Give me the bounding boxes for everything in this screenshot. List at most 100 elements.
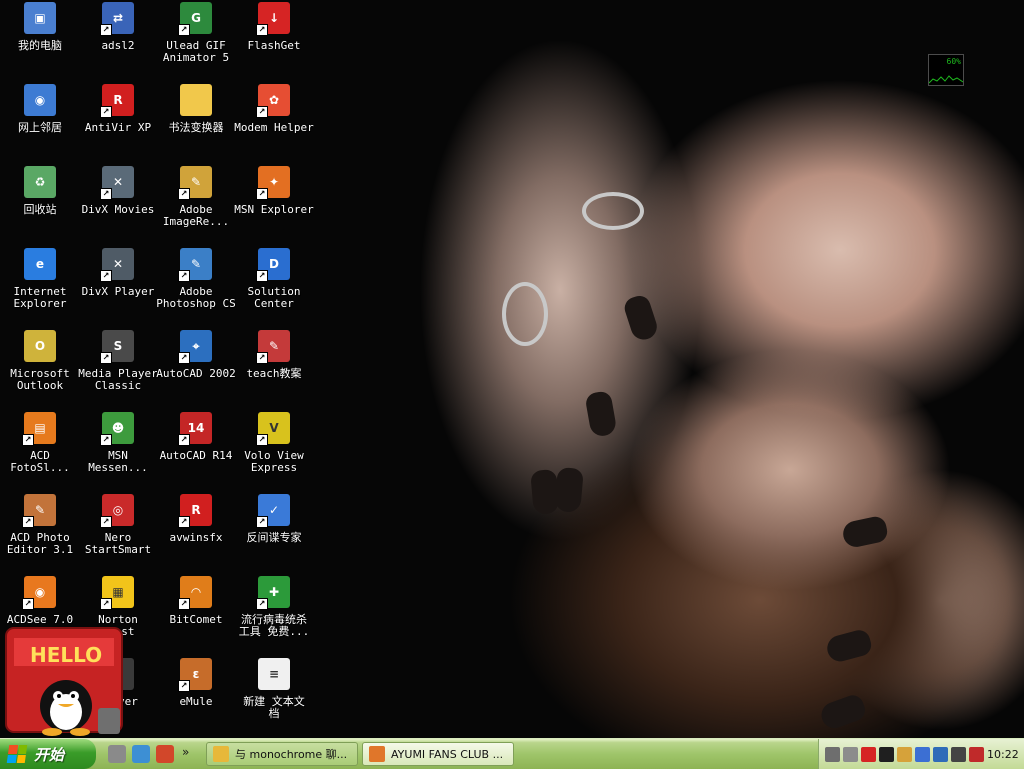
desktop-icon-teach-icon[interactable]: ✎ ↗ teach教案	[234, 328, 314, 408]
tray-clock[interactable]: 10:22	[987, 748, 1019, 761]
start-button[interactable]: 开始	[0, 739, 96, 769]
msn-explorer-icon: ✦ ↗	[256, 166, 290, 200]
desktop-icon-folder-icon[interactable]: 书法变换器	[156, 82, 236, 162]
desktop-icon-modem-helper-icon[interactable]: ✿ ↗ Modem Helper	[234, 82, 314, 162]
desktop-icon-ulead-gif-animator-icon[interactable]: G ↗ Ulead GIF Animator 5	[156, 0, 236, 80]
autocad-r14-icon: 14 ↗	[178, 412, 212, 446]
desktop-icon-glyph: ☻	[111, 421, 125, 435]
desktop-icon-internet-explorer-icon[interactable]: e Internet Explorer	[0, 246, 80, 326]
cpu-meter-graph	[929, 75, 963, 84]
shortcut-arrow-icon: ↗	[100, 352, 112, 364]
desktop-icon-anti-spy-expert-icon[interactable]: ✓ ↗ 反间谍专家	[234, 492, 314, 572]
system-tray: 10:22	[818, 739, 1024, 769]
desktop-icon-emule-icon[interactable]: ε ↗ eMule	[156, 656, 236, 736]
media-quicklaunch-icon[interactable]	[156, 745, 174, 763]
desktop-icon-acd-photo-editor-icon[interactable]: ✎ ↗ ACD Photo Editor 3.1	[0, 492, 80, 572]
network-tray-icon[interactable]	[915, 746, 930, 762]
desktop-icon-label: Internet Explorer	[13, 285, 67, 310]
shortcut-arrow-icon: ↗	[256, 434, 268, 446]
outlook-icon: O	[24, 330, 56, 362]
keyboard-tray-icon[interactable]	[825, 746, 840, 762]
shortcut-arrow-icon: ↗	[178, 24, 190, 36]
desktop-icon-label: ACD FotoSl...	[10, 449, 70, 474]
desktop-icon-my-computer-icon[interactable]: ▣ 我的电脑	[0, 0, 80, 80]
desktop-icon-label: BitComet	[169, 613, 223, 626]
desktop-icon-volo-view-icon[interactable]: V ↗ Volo View Express	[234, 410, 314, 490]
desktop-icon-nero-startsmart-icon[interactable]: ◎ ↗ Nero StartSmart	[78, 492, 158, 572]
desktop-icon-glyph: S	[113, 339, 123, 353]
desktop-icon-acd-fotoslate-icon[interactable]: ▤ ↗ ACD FotoSl...	[0, 410, 80, 490]
acd-fotoslate-icon: ▤ ↗	[22, 412, 56, 446]
expand-tray-icon[interactable]	[843, 746, 858, 762]
qq-hello-widget[interactable]: HELLO	[0, 616, 132, 738]
desktop-icon-label: 回收站	[23, 203, 57, 216]
qq-tray-icon[interactable]	[879, 746, 894, 762]
desktop-icon-dell-solution-center-icon[interactable]: D ↗ Solution Center	[234, 246, 314, 326]
dell-solution-center-icon: D ↗	[256, 248, 290, 282]
network-connection-icon: ⇄ ↗	[100, 2, 134, 36]
desktop-icon-divx-movies-icon[interactable]: ✕ ↗ DivX Movies	[78, 164, 158, 244]
desktop-icon-msn-explorer-icon[interactable]: ✦ ↗ MSN Explorer	[234, 164, 314, 244]
desktop-icon-glyph: ⌖	[192, 339, 200, 353]
anti-spy-expert-icon: ✓ ↗	[256, 494, 290, 528]
desktop-icon-glyph: D	[269, 257, 279, 271]
desktop-icon-label: 流行病毒统杀 工具 免费...	[238, 613, 310, 638]
desktop-icon-avwinsfx-icon[interactable]: R ↗ avwinsfx	[156, 492, 236, 572]
desktop-icon-label: Adobe ImageRe...	[162, 203, 230, 228]
shield-tray-icon[interactable]	[969, 746, 984, 762]
wallpaper-nail	[621, 293, 661, 343]
msn-quicklaunch-icon[interactable]	[132, 745, 150, 763]
shortcut-arrow-icon: ↗	[178, 434, 190, 446]
firewall-tray-icon[interactable]	[897, 746, 912, 762]
quick-launch-chevron[interactable]: »	[182, 745, 189, 759]
desktop-icon-glyph: ✎	[268, 339, 280, 353]
phone-tray-icon[interactable]	[951, 746, 966, 762]
desktop-icon-label: FlashGet	[247, 39, 301, 52]
desktop-icon-network-places-icon[interactable]: ◉ 网上邻居	[0, 82, 80, 162]
avwinsfx-icon: R ↗	[178, 494, 212, 528]
desktop-icon-media-player-classic-icon[interactable]: S ↗ Media Player Classic	[78, 328, 158, 408]
desktop-icon-glyph: ✎	[190, 175, 202, 189]
desktop-icon-outlook-icon[interactable]: O Microsoft Outlook	[0, 328, 80, 408]
desktop-icon-antivir-icon[interactable]: R ↗ AntiVir XP	[78, 82, 158, 162]
desktop-icon-label: eMule	[179, 695, 213, 708]
desktop-icon-glyph: ✓	[268, 503, 280, 517]
desktop-icon-glyph: ◉	[34, 585, 46, 599]
shortcut-arrow-icon: ↗	[22, 516, 34, 528]
desktop-icon-text-document-icon[interactable]: ≡ 新建 文本文 档	[234, 656, 314, 736]
desktop-icon-adobe-photoshop-icon[interactable]: ✎ ↗ Adobe Photoshop CS	[156, 246, 236, 326]
desktop-icon-label: adsl2	[101, 39, 135, 52]
shortcut-arrow-icon: ↗	[22, 598, 34, 610]
nero-startsmart-icon: ◎ ↗	[100, 494, 134, 528]
divx-player-icon: ✕ ↗	[100, 248, 134, 282]
desktop-icon-label: MSN Explorer	[234, 203, 314, 216]
flashget-tray-icon[interactable]	[861, 746, 876, 762]
cpu-meter-widget[interactable]: 60%	[928, 54, 964, 86]
task-button[interactable]: 与 monochrome 聊...	[206, 742, 358, 766]
desktop-icon-bitcomet-icon[interactable]: ◠ ↗ BitComet	[156, 574, 236, 654]
desktop-icon-autocad-r14-icon[interactable]: 14 ↗ AutoCAD R14	[156, 410, 236, 490]
desktop-icon-label: AutoCAD 2002	[156, 367, 236, 380]
desktop-icon-glyph: ⇄	[112, 11, 124, 25]
emule-icon: ε ↗	[178, 658, 212, 692]
task-button[interactable]: AYUMI FANS CLUB ...	[362, 742, 514, 766]
desktop-icon-msn-messenger-icon[interactable]: ☻ ↗ MSN Messen...	[78, 410, 158, 490]
shortcut-arrow-icon: ↗	[100, 188, 112, 200]
trash-quicklaunch-icon[interactable]	[108, 745, 126, 763]
adobe-imageready-icon: ✎ ↗	[178, 166, 212, 200]
acd-photo-editor-icon: ✎ ↗	[22, 494, 56, 528]
folder-icon	[180, 84, 212, 116]
desktop-icon-recycle-bin-icon[interactable]: ♻ 回收站	[0, 164, 80, 244]
security-tray-icon[interactable]	[933, 746, 948, 762]
antivir-icon: R ↗	[100, 84, 134, 118]
desktop-icon-network-connection-icon[interactable]: ⇄ ↗ adsl2	[78, 0, 158, 80]
desktop-icon-label: DivX Movies	[81, 203, 155, 216]
desktop-icon-adobe-imageready-icon[interactable]: ✎ ↗ Adobe ImageRe...	[156, 164, 236, 244]
desktop-icon-glyph: ▤	[34, 421, 46, 435]
desktop-icon-virus-kill-tool-icon[interactable]: ✚ ↗ 流行病毒统杀 工具 免费...	[234, 574, 314, 654]
desktop-icon-autocad-2002-icon[interactable]: ⌖ ↗ AutoCAD 2002	[156, 328, 236, 408]
desktop-icon-glyph: ✿	[268, 93, 280, 107]
shortcut-arrow-icon: ↗	[100, 598, 112, 610]
desktop-icon-divx-player-icon[interactable]: ✕ ↗ DivX Player	[78, 246, 158, 326]
desktop-icon-flashget-icon[interactable]: ↓ ↗ FlashGet	[234, 0, 314, 80]
